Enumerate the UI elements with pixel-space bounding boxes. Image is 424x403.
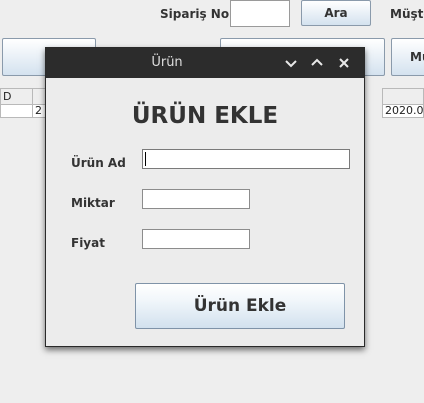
table-cell[interactable] bbox=[0, 104, 33, 118]
search-button[interactable]: Ara bbox=[301, 0, 371, 26]
table-cell[interactable]: 2 bbox=[32, 104, 46, 118]
table-header-cell: D bbox=[0, 88, 33, 105]
table-header-cell bbox=[382, 88, 424, 105]
maximize-button[interactable] bbox=[308, 54, 326, 72]
product-name-input[interactable] bbox=[142, 149, 350, 169]
close-icon bbox=[339, 58, 349, 68]
chevron-down-icon bbox=[285, 60, 297, 68]
price-label: Fiyat bbox=[71, 236, 105, 250]
price-input[interactable] bbox=[142, 229, 250, 249]
minimize-button[interactable] bbox=[282, 54, 300, 72]
table-cell[interactable]: 2020.08 bbox=[382, 104, 424, 118]
product-name-label: Ürün Ad bbox=[71, 156, 126, 170]
quantity-input[interactable] bbox=[142, 189, 250, 209]
customer-label: Müşte bbox=[390, 7, 424, 21]
quantity-label: Miktar bbox=[71, 196, 115, 210]
add-product-button[interactable]: Ürün Ekle bbox=[135, 283, 345, 329]
product-dialog: Ürün ÜRÜN EKLE Ürün Ad Miktar Fiyat Ürün… bbox=[45, 47, 365, 347]
close-button[interactable] bbox=[335, 54, 353, 72]
dialog-heading: ÜRÜN EKLE bbox=[131, 103, 279, 129]
table-header-cell bbox=[32, 88, 46, 105]
dialog-title: Ürün bbox=[151, 55, 183, 70]
dialog-titlebar[interactable]: Ürün bbox=[46, 48, 364, 78]
order-no-label: Sipariş No bbox=[160, 7, 230, 21]
order-no-input[interactable] bbox=[230, 0, 290, 27]
text-caret bbox=[145, 152, 146, 166]
right-action-button[interactable]: Mü bbox=[391, 38, 424, 76]
chevron-up-icon bbox=[311, 58, 323, 66]
